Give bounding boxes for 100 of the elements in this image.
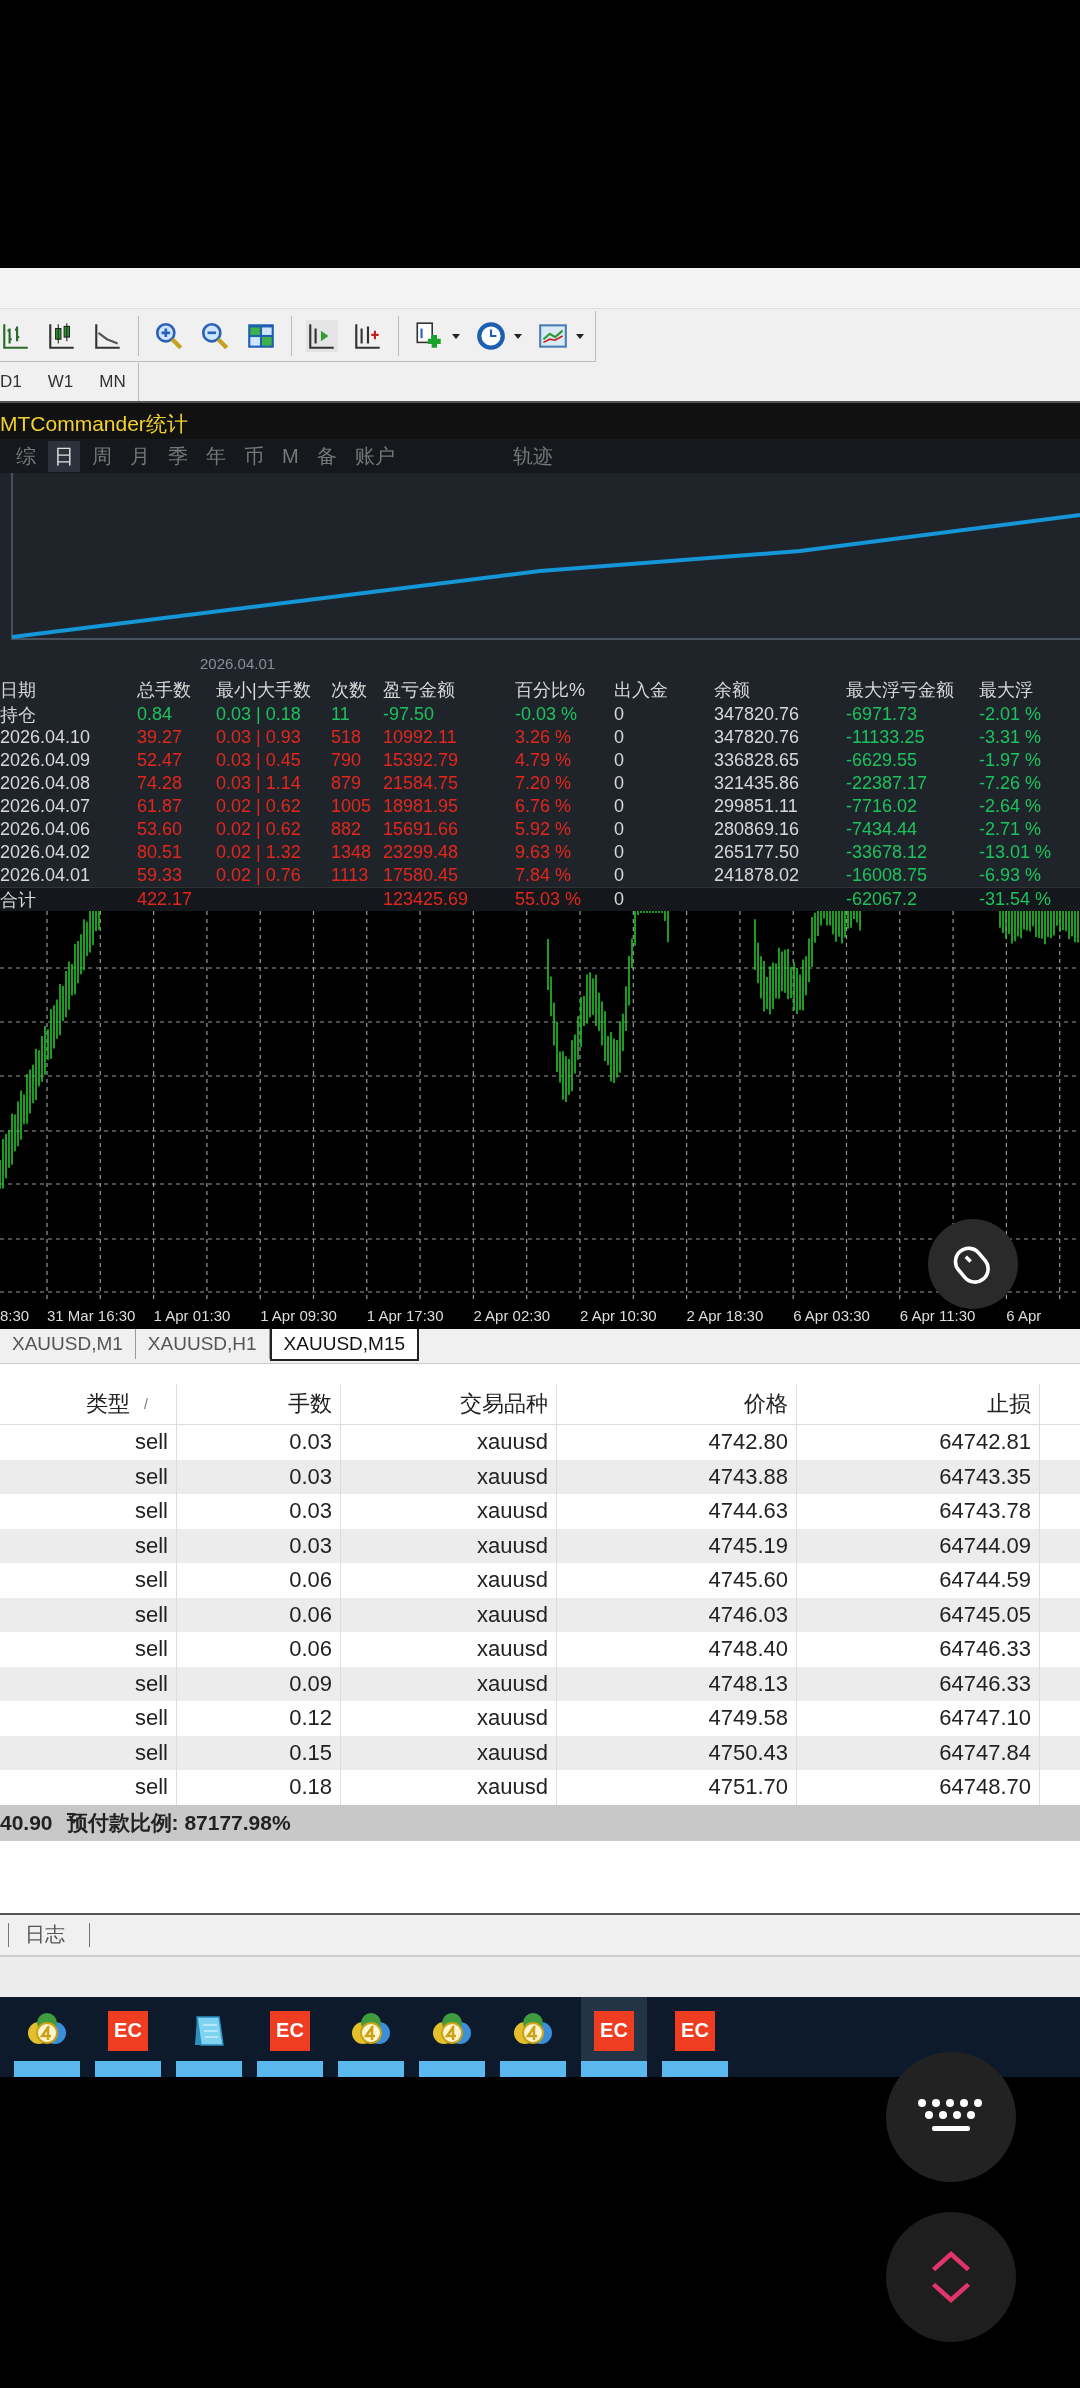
table-cell-text: -2.71 % bbox=[979, 819, 1043, 840]
stats-tab[interactable]: 账户 bbox=[348, 440, 401, 472]
column-header[interactable]: 止损 bbox=[797, 1384, 1040, 1424]
table-cell: xauusd bbox=[341, 1632, 557, 1667]
table-cell-text: 0.02 | 0.76 bbox=[216, 865, 302, 886]
stats-tab[interactable]: 轨迹 bbox=[506, 440, 559, 472]
column-header[interactable]: 交易品种 bbox=[341, 1384, 557, 1424]
column-header[interactable]: 手数 bbox=[177, 1384, 341, 1424]
table-cell-text: 0.02 | 0.62 bbox=[216, 819, 302, 840]
timeframe-button[interactable]: MN bbox=[99, 372, 126, 392]
table-cell: 4745.60 bbox=[557, 1563, 797, 1598]
table-cell-text: 0 bbox=[614, 750, 625, 771]
table-cell-text: 2026.04.09 bbox=[0, 750, 92, 771]
taskbar-indicator bbox=[176, 2060, 242, 2077]
table-cell: sell bbox=[0, 1597, 177, 1632]
table-cell: xauusd bbox=[341, 1494, 557, 1529]
table-cell: 4743.88 bbox=[557, 1459, 797, 1494]
table-cell-text: 347820.76 bbox=[714, 704, 801, 725]
table-cell: 0.06 bbox=[177, 1597, 341, 1632]
app-logo: EC bbox=[675, 2010, 715, 2051]
table-cell-text: -2.64 % bbox=[979, 796, 1043, 817]
table-cell-text: 39.27 bbox=[137, 727, 184, 748]
panel-title: MTCommander统计 bbox=[0, 409, 1080, 439]
table-cell: 4748.13 bbox=[557, 1666, 797, 1701]
stats-tab[interactable]: M bbox=[276, 442, 305, 470]
stats-tab[interactable]: 年 bbox=[200, 440, 232, 472]
table-cell-text: 299851.11 bbox=[714, 796, 799, 817]
table-cell-text: 2026.04.10 bbox=[0, 727, 92, 748]
sort-indicator: / bbox=[144, 1396, 148, 1412]
balance-text: 40.90 bbox=[0, 1810, 53, 1835]
column-header: 最小|大手数 bbox=[216, 679, 312, 702]
column-header[interactable]: 价格 bbox=[557, 1384, 797, 1424]
taskbar-button[interactable]: EC bbox=[257, 1996, 323, 2077]
column-header[interactable]: 类型 / bbox=[0, 1384, 177, 1424]
chart-tab[interactable]: XAUUSD,M15 bbox=[269, 1329, 420, 1361]
app-logo: EC bbox=[108, 2010, 148, 2051]
table-cell: 0.15 bbox=[177, 1735, 341, 1770]
table-cell: xauusd bbox=[341, 1735, 557, 1770]
chart-tab[interactable]: XAUUSD,M1 bbox=[0, 1329, 136, 1359]
margin-level-text: 预付款比例: 87177.98% bbox=[66, 1809, 291, 1836]
table-cell-text: 0.03 | 0.18 bbox=[216, 704, 302, 725]
column-header: 最大浮亏金额 bbox=[846, 679, 955, 702]
timeframe-button[interactable]: W1 bbox=[47, 372, 74, 392]
table-cell-text: 422.17 bbox=[137, 889, 194, 910]
stats-tab[interactable]: 月 bbox=[124, 440, 156, 472]
time-axis-label: 2 Apr 02:30 bbox=[473, 1306, 552, 1324]
stats-tab[interactable]: 季 bbox=[162, 440, 194, 472]
table-cell-text: 10992.11 bbox=[383, 727, 458, 748]
stats-tab[interactable]: 备 bbox=[310, 440, 343, 472]
stats-tab[interactable]: 币 bbox=[238, 440, 270, 472]
taskbar-button[interactable]: EC bbox=[95, 1996, 161, 2077]
table-cell: xauusd bbox=[341, 1563, 557, 1598]
axis-date-label: 2026.04.01 bbox=[200, 655, 276, 672]
table-cell-text: 2026.04.02 bbox=[0, 842, 92, 863]
table-cell-text: 61.87 bbox=[137, 796, 184, 817]
table-cell-text: -7434.44 bbox=[846, 819, 919, 840]
table-cell-text: 0.03 | 0.45 bbox=[216, 750, 302, 771]
table-cell-text: 347820.76 bbox=[714, 727, 801, 748]
table-cell: sell bbox=[0, 1632, 177, 1667]
time-axis-label: 2 Apr 18:30 bbox=[686, 1306, 765, 1324]
table-cell-text: 15691.66 bbox=[383, 819, 460, 840]
table-cell: 0.18 bbox=[177, 1770, 341, 1805]
table-cell-text: 0.02 | 0.62 bbox=[216, 796, 302, 817]
table-cell-text: -7.26 % bbox=[979, 773, 1043, 794]
timeframe-button[interactable]: D1 bbox=[0, 372, 22, 392]
table-cell: xauusd bbox=[341, 1701, 557, 1736]
clock-icon[interactable] bbox=[475, 319, 507, 352]
stats-tab[interactable]: 日 bbox=[48, 440, 80, 472]
table-cell-text: 0 bbox=[614, 727, 625, 748]
table-cell-text: 59.33 bbox=[137, 865, 184, 886]
taskbar-indicator bbox=[95, 2060, 161, 2077]
table-cell-text: 55.03 % bbox=[515, 889, 583, 910]
chart-shift-icon[interactable] bbox=[306, 319, 338, 352]
taskbar-button[interactable]: EC bbox=[581, 1996, 647, 2077]
table-cell-text: 0.03 | 1.14 bbox=[216, 773, 302, 794]
taskbar-indicator bbox=[257, 2060, 323, 2077]
stats-tab[interactable]: 综 bbox=[10, 440, 42, 472]
table-cell-text: -13.01 % bbox=[979, 842, 1053, 863]
table-cell: 0.12 bbox=[177, 1701, 341, 1736]
taskbar-button[interactable]: EC bbox=[662, 1996, 728, 2077]
time-axis-label: 2 Apr 10:30 bbox=[579, 1306, 658, 1324]
table-cell-text: 2026.04.08 bbox=[0, 773, 92, 794]
table-cell-text: 7.20 % bbox=[515, 773, 573, 794]
table-cell-text: 518 bbox=[331, 727, 363, 748]
table-cell-text: 0.02 | 1.32 bbox=[216, 842, 302, 863]
table-cell-text: 17580.45 bbox=[383, 865, 460, 886]
table-cell-text: -31.54 % bbox=[979, 889, 1053, 910]
terminal-tab[interactable]: 日志 bbox=[9, 1921, 81, 1948]
table-cell: 4742.80 bbox=[557, 1425, 797, 1460]
column-header: 盈亏金额 bbox=[383, 679, 456, 702]
table-cell-text: 11 bbox=[331, 704, 351, 725]
taskbar-indicator bbox=[14, 2060, 80, 2077]
table-cell: xauusd bbox=[341, 1459, 557, 1494]
taskbar-indicator bbox=[419, 2060, 485, 2077]
chart-tab[interactable]: XAUUSD,H1 bbox=[135, 1329, 270, 1359]
stats-tab[interactable]: 周 bbox=[86, 440, 118, 472]
table-cell-text: -62067.2 bbox=[846, 889, 919, 910]
table-cell-text: 0.84 bbox=[137, 704, 174, 725]
table-cell-text: -2.01 % bbox=[979, 704, 1043, 725]
table-cell-text: 241878.02 bbox=[714, 865, 801, 886]
